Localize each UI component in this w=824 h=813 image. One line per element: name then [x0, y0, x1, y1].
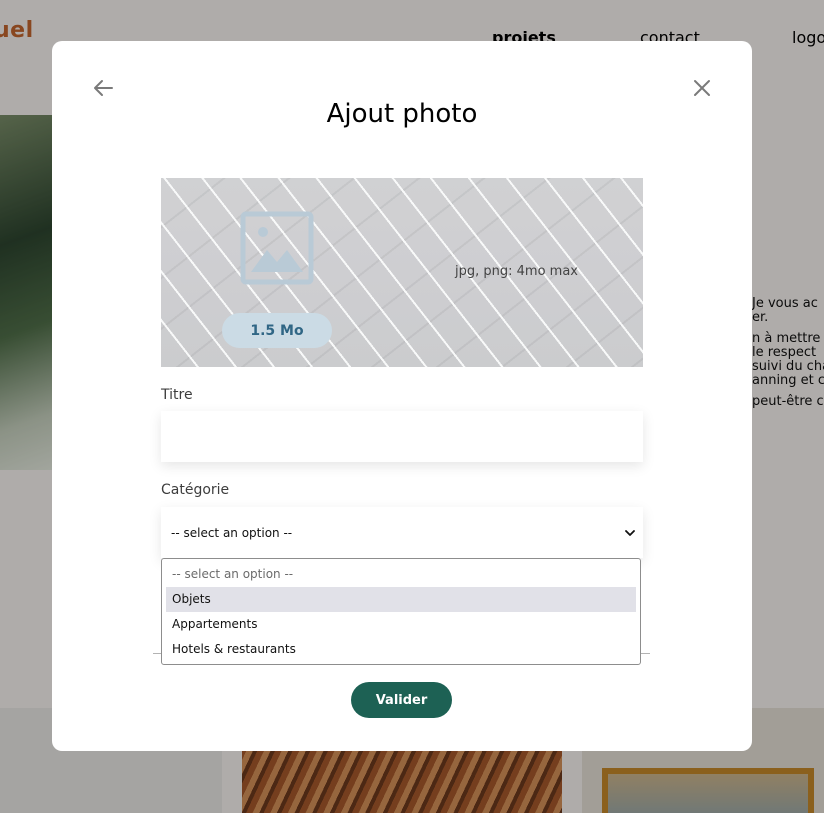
modal-title: Ajout photo	[326, 99, 478, 129]
category-field-label: Catégorie	[161, 482, 230, 498]
photo-upload-zone[interactable]: 1.5 Mo jpg, png: 4mo max	[161, 178, 643, 367]
format-hint: jpg, png: 4mo max	[455, 264, 578, 279]
category-option-hotels-restaurants[interactable]: Hotels & restaurants	[166, 637, 636, 662]
submit-button[interactable]: Valider	[351, 682, 452, 718]
image-placeholder-icon	[240, 211, 314, 285]
close-button[interactable]	[689, 75, 715, 101]
category-select[interactable]: -- select an option --	[161, 507, 643, 558]
close-icon	[694, 80, 710, 96]
category-dropdown-list: -- select an option -- Objets Appartemen…	[161, 558, 641, 665]
title-input[interactable]	[161, 411, 643, 462]
category-option-appartements[interactable]: Appartements	[166, 612, 636, 637]
arrow-left-icon	[94, 80, 113, 96]
category-option-objets[interactable]: Objets	[166, 587, 636, 612]
category-selected-value: -- select an option --	[171, 525, 293, 540]
title-field-label: Titre	[161, 387, 193, 403]
file-size-button[interactable]: 1.5 Mo	[222, 313, 332, 348]
chevron-down-icon	[617, 529, 643, 537]
add-photo-modal: Ajout photo 1.5 Mo jpg, png: 4mo max Tit…	[52, 41, 752, 751]
category-option-placeholder[interactable]: -- select an option --	[166, 562, 636, 587]
back-button[interactable]	[90, 75, 116, 101]
